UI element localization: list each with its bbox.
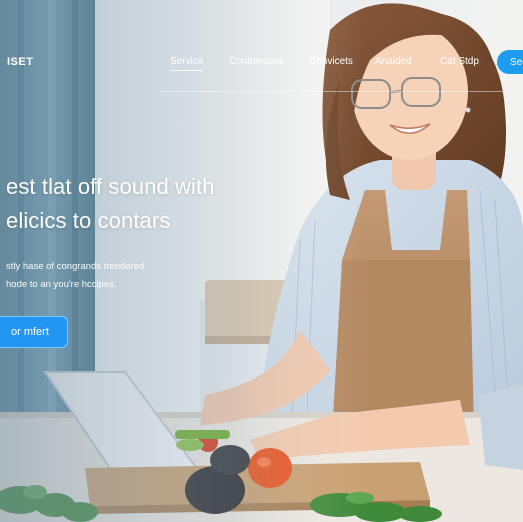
nav-link-convicets[interactable]: Convicets [309, 56, 353, 67]
hero-cta-button[interactable]: or mfert [0, 316, 68, 348]
subtext-line-1: stly hase of congrands trendared [6, 261, 145, 272]
subtext-line-2: hode to an you're hccipes. [6, 279, 117, 290]
nav-cta-button[interactable]: Sec [497, 50, 523, 74]
top-navigation: ISET Service Contnertons Convicets Anaid… [0, 0, 523, 92]
hero-subtext: stly hase of congrands trendared hode to… [6, 258, 144, 294]
hero-headline: est tlat off sound with elicics to conta… [6, 170, 215, 238]
brand-logo[interactable]: ISET [7, 56, 33, 68]
nav-link-service[interactable]: Service [170, 56, 204, 71]
nav-link-anaided[interactable]: Anaided [375, 56, 412, 67]
headline-line-2: elicics to contars [6, 208, 171, 233]
nav-link-cat-stdp[interactable]: Cat Stdp [440, 56, 479, 67]
nav-divider [160, 91, 505, 92]
headline-line-1: est tlat off sound with [6, 174, 215, 199]
nav-link-contnertons[interactable]: Contnertons [229, 56, 283, 67]
